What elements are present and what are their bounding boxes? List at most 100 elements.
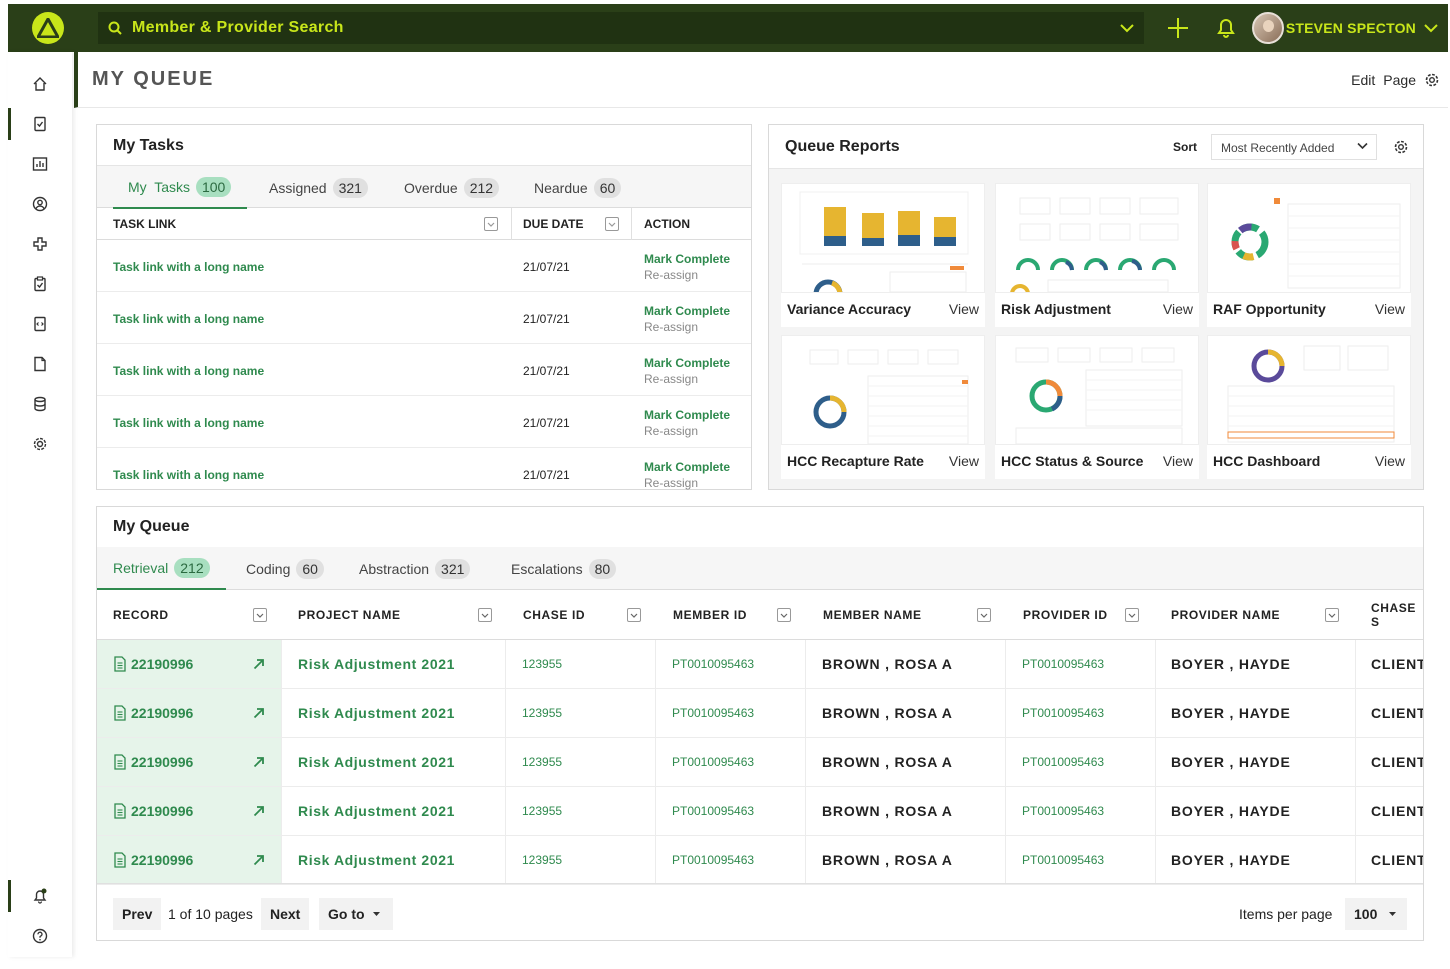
record-link[interactable]: 22190996 bbox=[113, 738, 193, 786]
edit-page-button[interactable]: Edit Page bbox=[1351, 72, 1440, 88]
view-link[interactable]: View bbox=[1163, 301, 1193, 317]
reassign-link[interactable]: Re-assign bbox=[644, 475, 730, 491]
chase-id[interactable]: 123955 bbox=[522, 689, 562, 737]
filter-icon[interactable] bbox=[777, 608, 791, 622]
reassign-link[interactable]: Re-assign bbox=[644, 371, 730, 387]
sidebar-item-data[interactable] bbox=[8, 384, 72, 424]
tab-retrieval[interactable]: Retrieval 212 bbox=[97, 547, 226, 590]
sidebar-item-tasks[interactable] bbox=[8, 104, 72, 144]
chase-id[interactable]: 123955 bbox=[522, 787, 562, 835]
sort-select[interactable]: Most Recently Added bbox=[1211, 134, 1377, 160]
chevron-down-icon[interactable] bbox=[1424, 23, 1438, 33]
filter-icon[interactable] bbox=[1325, 608, 1339, 622]
go-to-button[interactable]: Go to bbox=[319, 898, 393, 930]
report-tile-raf-opportunity[interactable]: RAF Opportunity View bbox=[1207, 183, 1411, 327]
filter-icon[interactable] bbox=[1125, 608, 1139, 622]
sidebar-item-notifications[interactable] bbox=[8, 876, 72, 916]
sidebar-item-documents[interactable] bbox=[8, 344, 72, 384]
member-id[interactable]: PT0010095463 bbox=[672, 689, 754, 737]
report-tile-hcc-dashboard[interactable]: HCC Dashboard View bbox=[1207, 335, 1411, 479]
report-tile-hcc-status-source[interactable]: HCC Status & Source View bbox=[995, 335, 1199, 479]
task-link[interactable]: Task link with a long name bbox=[113, 468, 264, 482]
filter-icon[interactable] bbox=[627, 608, 641, 622]
mark-complete-link[interactable]: Mark Complete bbox=[644, 303, 730, 319]
open-record-button[interactable] bbox=[253, 836, 265, 884]
sidebar-item-settings[interactable] bbox=[8, 424, 72, 464]
task-link[interactable]: Task link with a long name bbox=[113, 260, 264, 274]
task-link[interactable]: Task link with a long name bbox=[113, 416, 264, 430]
project-name[interactable]: Risk Adjustment 2021 bbox=[298, 836, 455, 884]
member-id[interactable]: PT0010095463 bbox=[672, 640, 754, 688]
chase-id[interactable]: 123955 bbox=[522, 738, 562, 786]
chevron-down-icon[interactable] bbox=[1120, 23, 1134, 33]
mark-complete-link[interactable]: Mark Complete bbox=[644, 355, 730, 371]
chase-id[interactable]: 123955 bbox=[522, 640, 562, 688]
view-link[interactable]: View bbox=[1375, 301, 1405, 317]
view-link[interactable]: View bbox=[949, 453, 979, 469]
sidebar-item-home[interactable] bbox=[8, 64, 72, 104]
record-link[interactable]: 22190996 bbox=[113, 640, 193, 688]
record-link[interactable]: 22190996 bbox=[113, 836, 193, 884]
report-tile-variance-accuracy[interactable]: Variance Accuracy View bbox=[781, 183, 985, 327]
filter-icon[interactable] bbox=[253, 608, 267, 622]
bell-icon[interactable] bbox=[1214, 16, 1238, 40]
view-link[interactable]: View bbox=[949, 301, 979, 317]
sidebar-item-chases[interactable] bbox=[8, 264, 72, 304]
project-name[interactable]: Risk Adjustment 2021 bbox=[298, 787, 455, 835]
view-link[interactable]: View bbox=[1163, 453, 1193, 469]
reassign-link[interactable]: Re-assign bbox=[644, 423, 730, 439]
chase-id[interactable]: 123955 bbox=[522, 836, 562, 884]
record-link[interactable]: 22190996 bbox=[113, 787, 193, 835]
reassign-link[interactable]: Re-assign bbox=[644, 319, 730, 335]
prev-button[interactable]: Prev bbox=[113, 898, 162, 930]
filter-icon[interactable] bbox=[605, 217, 619, 231]
sidebar-item-help[interactable] bbox=[8, 916, 72, 956]
avatar[interactable] bbox=[1251, 12, 1284, 44]
tab-abstraction[interactable]: Abstraction 321 bbox=[359, 547, 471, 590]
task-link[interactable]: Task link with a long name bbox=[113, 364, 264, 378]
tab-overdue[interactable]: Overdue 212 bbox=[404, 166, 500, 209]
reassign-link[interactable]: Re-assign bbox=[644, 267, 730, 283]
open-record-button[interactable] bbox=[253, 689, 265, 737]
project-name[interactable]: Risk Adjustment 2021 bbox=[298, 640, 455, 688]
provider-id[interactable]: PT0010095463 bbox=[1022, 689, 1104, 737]
provider-id[interactable]: PT0010095463 bbox=[1022, 836, 1104, 884]
app-logo[interactable] bbox=[8, 4, 88, 52]
filter-icon[interactable] bbox=[484, 217, 498, 231]
tab-assigned[interactable]: Assigned 321 bbox=[269, 166, 368, 209]
filter-icon[interactable] bbox=[478, 608, 492, 622]
project-name[interactable]: Risk Adjustment 2021 bbox=[298, 689, 455, 737]
member-id[interactable]: PT0010095463 bbox=[672, 787, 754, 835]
next-button[interactable]: Next bbox=[261, 898, 310, 930]
provider-id[interactable]: PT0010095463 bbox=[1022, 787, 1104, 835]
project-name[interactable]: Risk Adjustment 2021 bbox=[298, 738, 455, 786]
member-id[interactable]: PT0010095463 bbox=[672, 738, 754, 786]
mark-complete-link[interactable]: Mark Complete bbox=[644, 407, 730, 423]
mark-complete-link[interactable]: Mark Complete bbox=[644, 459, 730, 475]
user-name[interactable]: STEVEN SPECTON bbox=[1286, 20, 1416, 36]
open-record-button[interactable] bbox=[253, 787, 265, 835]
provider-id[interactable]: PT0010095463 bbox=[1022, 738, 1104, 786]
member-provider-search[interactable]: Member & Provider Search bbox=[98, 12, 1144, 44]
provider-id[interactable]: PT0010095463 bbox=[1022, 640, 1104, 688]
sidebar-item-coding[interactable] bbox=[8, 304, 72, 344]
filter-icon[interactable] bbox=[977, 608, 991, 622]
view-link[interactable]: View bbox=[1375, 453, 1405, 469]
report-tile-hcc-recapture-rate[interactable]: HCC Recapture Rate View bbox=[781, 335, 985, 479]
open-record-button[interactable] bbox=[253, 738, 265, 786]
items-per-page-select[interactable]: 100 bbox=[1345, 898, 1407, 930]
member-id[interactable]: PT0010095463 bbox=[672, 836, 754, 884]
sidebar-item-providers[interactable] bbox=[8, 224, 72, 264]
sidebar-item-reports[interactable] bbox=[8, 144, 72, 184]
task-link[interactable]: Task link with a long name bbox=[113, 312, 264, 326]
add-icon[interactable] bbox=[1166, 16, 1190, 40]
mark-complete-link[interactable]: Mark Complete bbox=[644, 251, 730, 267]
record-link[interactable]: 22190996 bbox=[113, 689, 193, 737]
tab-neardue[interactable]: Neardue 60 bbox=[534, 166, 622, 209]
sidebar-item-members[interactable] bbox=[8, 184, 72, 224]
tab-my-tasks[interactable]: My Tasks 100 bbox=[113, 166, 248, 209]
tab-escalations[interactable]: Escalations 80 bbox=[511, 547, 617, 590]
report-tile-risk-adjustment[interactable]: Risk Adjustment View bbox=[995, 183, 1199, 327]
open-record-button[interactable] bbox=[253, 640, 265, 688]
tab-coding[interactable]: Coding 60 bbox=[246, 547, 324, 590]
